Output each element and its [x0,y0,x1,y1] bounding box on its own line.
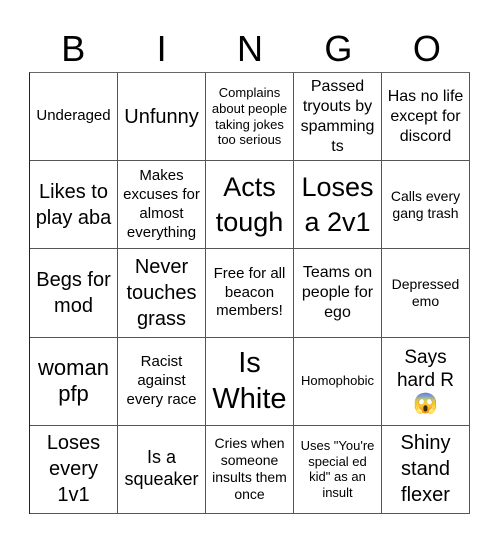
bingo-cell[interactable]: Loses a 2v1 [294,161,382,250]
cell-text: woman pfp [38,354,109,407]
bingo-cell[interactable]: Has no life except for discord [382,73,470,162]
cell-text: Likes to play aba [35,180,112,229]
bingo-cell[interactable]: Complains about people taking jokes too … [206,73,294,162]
cell-text: Passed tryouts by spamming ts [300,77,375,155]
bingo-cell[interactable]: Teams on people for ego [294,249,382,338]
cell-text: Depressed emo [391,275,460,309]
bingo-cell[interactable]: Begs for mod [30,249,118,338]
cell-text: Free for all beacon members! [213,264,286,320]
bingo-cell[interactable]: Loses every 1v1 [30,425,118,514]
bingo-cell[interactable]: Makes excuses for almost everything [118,161,206,250]
header-letter-n: N [237,28,264,69]
bingo-cell[interactable]: Is White [206,337,294,426]
cell-text: Calls every gang trash [390,187,461,221]
bingo-cell[interactable]: Unfunny [118,73,206,162]
bingo-cell[interactable]: Uses "You're special ed kid" as an insul… [294,425,382,514]
cell-text: Has no life except for discord [387,87,464,145]
bingo-cell[interactable]: Cries when someone insults them once [206,425,294,514]
cell-text: Homophobic [301,373,374,389]
header-letter-b: B [61,28,86,69]
cell-text: Complains about people taking jokes too … [211,84,288,148]
bingo-cell[interactable]: Says hard R 😱 [382,337,470,426]
bingo-cell[interactable]: woman pfp [30,337,118,426]
cell-text: Shiny stand flexer [400,432,451,507]
cell-text: Loses a 2v1 [301,171,374,237]
cell-text: Teams on people for ego [301,263,374,321]
bingo-cell[interactable]: Is a squeaker [118,425,206,514]
cell-text: Unfunny [124,105,199,128]
cell-text: Underaged [36,107,111,125]
bingo-cell[interactable]: Racist against every race [118,337,206,426]
bingo-cell[interactable]: Underaged [30,73,118,162]
header-letter-g: G [324,28,353,69]
cell-text: Racist against every race [126,353,197,408]
bingo-cell[interactable]: Likes to play aba [30,161,118,250]
cell-text: Acts tough [215,171,284,237]
cell-text: Begs for mod [36,268,111,317]
cell-text: Is White [212,346,287,416]
cell-text: Is a squeaker [124,447,199,490]
bingo-cell[interactable]: Passed tryouts by spamming ts [294,73,382,162]
cell-text: Says hard R [396,347,455,392]
cell-text: Never touches grass [126,255,197,330]
cell-text: Loses every 1v1 [46,432,101,507]
bingo-cell[interactable]: Calls every gang trash [382,161,470,250]
cell-text: Cries when someone insults them once [212,435,287,503]
bingo-cell[interactable]: Shiny stand flexer [382,425,470,514]
cell-text: Makes excuses for almost everything [123,167,200,241]
bingo-cell[interactable]: Acts tough [206,161,294,250]
bingo-cell[interactable]: Never touches grass [118,249,206,338]
bingo-header: B I N G O [29,26,471,72]
header-letter-i: I [156,28,167,69]
cell-text: Uses "You're special ed kid" as an insul… [300,437,375,501]
bingo-cell[interactable]: Homophobic [294,337,382,426]
bingo-cell[interactable]: Free for all beacon members! [206,249,294,338]
screaming-face-icon: 😱 [413,392,438,415]
bingo-cell[interactable]: Depressed emo [382,249,470,338]
header-letter-o: O [412,28,441,69]
bingo-grid: Underaged Unfunny Complains about people… [29,72,470,514]
